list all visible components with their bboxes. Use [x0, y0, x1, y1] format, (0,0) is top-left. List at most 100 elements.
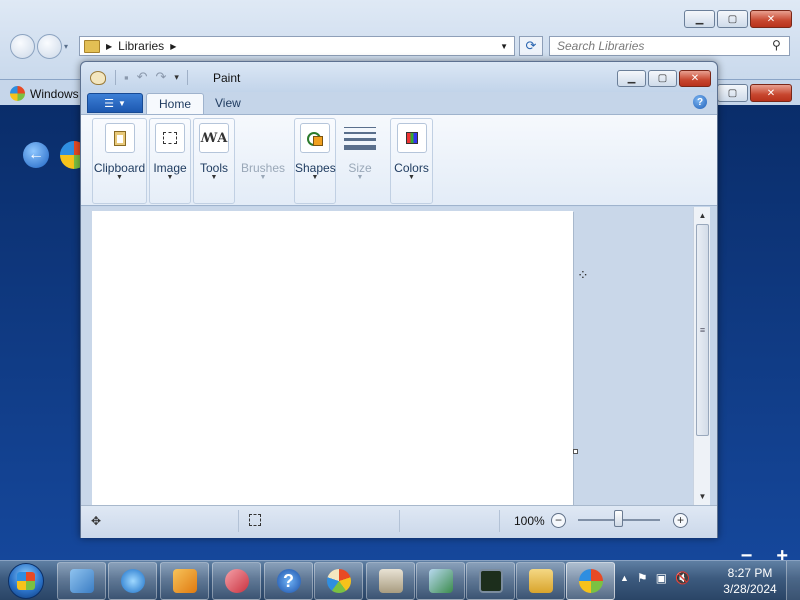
- resize-handle-right[interactable]: [573, 449, 578, 454]
- zoom-in-button[interactable]: +: [673, 513, 688, 528]
- paint-menu-button[interactable]: ☰ ▼: [87, 93, 143, 113]
- shapes-icon: [300, 123, 330, 153]
- start-button[interactable]: [8, 563, 44, 599]
- recent-pages-icon[interactable]: ▾: [64, 42, 68, 51]
- chevron-down-icon: ▼: [116, 174, 123, 181]
- show-hidden-icons-icon[interactable]: ▲: [620, 573, 629, 583]
- taskbar-internet-explorer[interactable]: [108, 562, 157, 600]
- crosshair-cursor-icon: ⁘: [577, 267, 589, 283]
- status-divider: [499, 510, 500, 532]
- zoom-level: 100%: [514, 514, 545, 528]
- clipboard-icon: [104, 123, 135, 153]
- group-label: Brushes: [240, 161, 286, 175]
- help-icon[interactable]: ?: [693, 95, 707, 109]
- zoom-out-button[interactable]: −: [551, 513, 566, 528]
- tools-icon: ꟿA: [199, 123, 229, 153]
- minimize-button[interactable]: ▁: [617, 70, 646, 87]
- maximize-button[interactable]: ▢: [717, 84, 748, 102]
- group-label: Tools: [199, 161, 228, 175]
- clipboard-group[interactable]: Clipboard ▼: [92, 118, 147, 204]
- snipping-tool-icon: [224, 569, 249, 593]
- scroll-down-icon[interactable]: ▼: [694, 488, 711, 505]
- vertical-scrollbar[interactable]: ▲ ≡ ▼: [693, 207, 710, 505]
- colors-group[interactable]: Colors ▼: [390, 118, 433, 204]
- minimize-button[interactable]: ▁: [684, 10, 715, 28]
- forward-button[interactable]: [37, 34, 62, 59]
- group-label: Colors: [394, 161, 429, 175]
- save-icon[interactable]: ▪: [124, 70, 129, 85]
- back-button[interactable]: [10, 34, 35, 59]
- chevron-down-icon: ▼: [311, 174, 319, 181]
- size-icon: [344, 127, 376, 154]
- breadcrumb-libraries[interactable]: Libraries: [118, 39, 164, 53]
- clock[interactable]: 8:27 PM 3/28/2024: [720, 565, 780, 597]
- windows-logo-icon: [10, 86, 25, 101]
- explorer-caption-buttons: ▁ ▢ ✕: [684, 10, 792, 28]
- breadcrumb-arrow-icon[interactable]: ▶: [106, 42, 112, 51]
- clock-time: 8:27 PM: [727, 566, 773, 580]
- tab-view[interactable]: View: [203, 93, 253, 114]
- customize-toolbar-icon[interactable]: ▾: [174, 72, 179, 83]
- scroll-up-icon[interactable]: ▲: [694, 207, 711, 224]
- scrollbar-thumb[interactable]: ≡: [696, 224, 709, 436]
- taskbar-control-panel[interactable]: [57, 562, 106, 600]
- close-button[interactable]: ✕: [750, 84, 792, 102]
- ribbon: Clipboard ▼ Image ▼ ꟿA Tools ▼ Brushes ▼…: [81, 114, 717, 206]
- help-icon: ?: [276, 569, 301, 593]
- control-panel-icon: [69, 569, 94, 593]
- volume-muted-icon[interactable]: 🔇: [675, 571, 690, 585]
- group-label: Clipboard: [93, 161, 146, 175]
- address-dropdown-icon[interactable]: ▼: [500, 42, 508, 51]
- chevron-down-icon: ▼: [356, 174, 364, 181]
- brushes-group: Brushes ▼: [238, 118, 288, 204]
- network-status-icon[interactable]: ▣: [656, 571, 667, 585]
- selection-size-icon: [249, 514, 261, 526]
- action-center-flag-icon[interactable]: ⚑: [637, 571, 648, 585]
- group-label: Image: [153, 161, 187, 175]
- task-manager-icon: [478, 569, 503, 593]
- drawing-canvas[interactable]: [92, 211, 573, 505]
- chevron-down-icon: ▼: [408, 174, 415, 181]
- explorer-icon: [528, 569, 553, 593]
- redo-icon[interactable]: ↷: [156, 69, 167, 85]
- tools-group[interactable]: ꟿA Tools ▼: [193, 118, 235, 204]
- paint-caption-buttons: ▁ ▢ ✕: [617, 70, 711, 87]
- taskbar-archive[interactable]: [366, 562, 415, 600]
- taskbar-snipping-tool[interactable]: [212, 562, 261, 600]
- clock-date: 3/28/2024: [723, 582, 777, 596]
- taskbar-media-center[interactable]: [160, 562, 209, 600]
- tab-home[interactable]: Home: [146, 93, 205, 114]
- undo-icon[interactable]: ↶: [137, 69, 148, 85]
- show-desktop-button[interactable]: [786, 561, 800, 600]
- taskbar-explorer[interactable]: [516, 562, 565, 600]
- refresh-button[interactable]: ⟳: [519, 36, 543, 56]
- search-icon[interactable]: ⚲: [772, 38, 781, 52]
- taskbar-windows-help[interactable]: [566, 562, 615, 600]
- address-bar[interactable]: ▶ Libraries ▶ ▼: [79, 36, 515, 56]
- close-button[interactable]: ✕: [679, 70, 711, 87]
- back-arrow-icon[interactable]: ←: [23, 142, 49, 168]
- maximize-button[interactable]: ▢: [717, 10, 748, 28]
- shapes-group[interactable]: Shapes ▼: [294, 118, 336, 204]
- chevron-down-icon: ▼: [117, 98, 126, 108]
- taskbar-help[interactable]: ?: [264, 562, 313, 600]
- paint-app-icon[interactable]: [90, 71, 106, 85]
- network-icon: [428, 569, 453, 593]
- status-divider: [399, 510, 400, 532]
- taskbar-task-manager[interactable]: [466, 562, 515, 600]
- quick-access-toolbar: ▪ ↶ ↷ ▾: [115, 69, 188, 85]
- maximize-button[interactable]: ▢: [648, 70, 677, 87]
- windows-help-icon: [578, 569, 603, 593]
- close-button[interactable]: ✕: [750, 10, 792, 28]
- zoom-slider-thumb[interactable]: [614, 510, 623, 527]
- system-tray: ▲ ⚑ ▣ 🔇: [620, 571, 690, 585]
- image-group[interactable]: Image ▼: [149, 118, 191, 204]
- taskbar-network[interactable]: [416, 562, 465, 600]
- paint-window-title: Paint: [213, 71, 241, 85]
- menu-icon: ☰: [104, 97, 114, 110]
- chevron-down-icon: ▼: [259, 174, 267, 181]
- breadcrumb-arrow-icon[interactable]: ▶: [170, 42, 176, 51]
- taskbar-paint[interactable]: [314, 562, 363, 600]
- windows-logo-icon: [17, 572, 35, 590]
- search-input[interactable]: Search Libraries: [549, 36, 790, 56]
